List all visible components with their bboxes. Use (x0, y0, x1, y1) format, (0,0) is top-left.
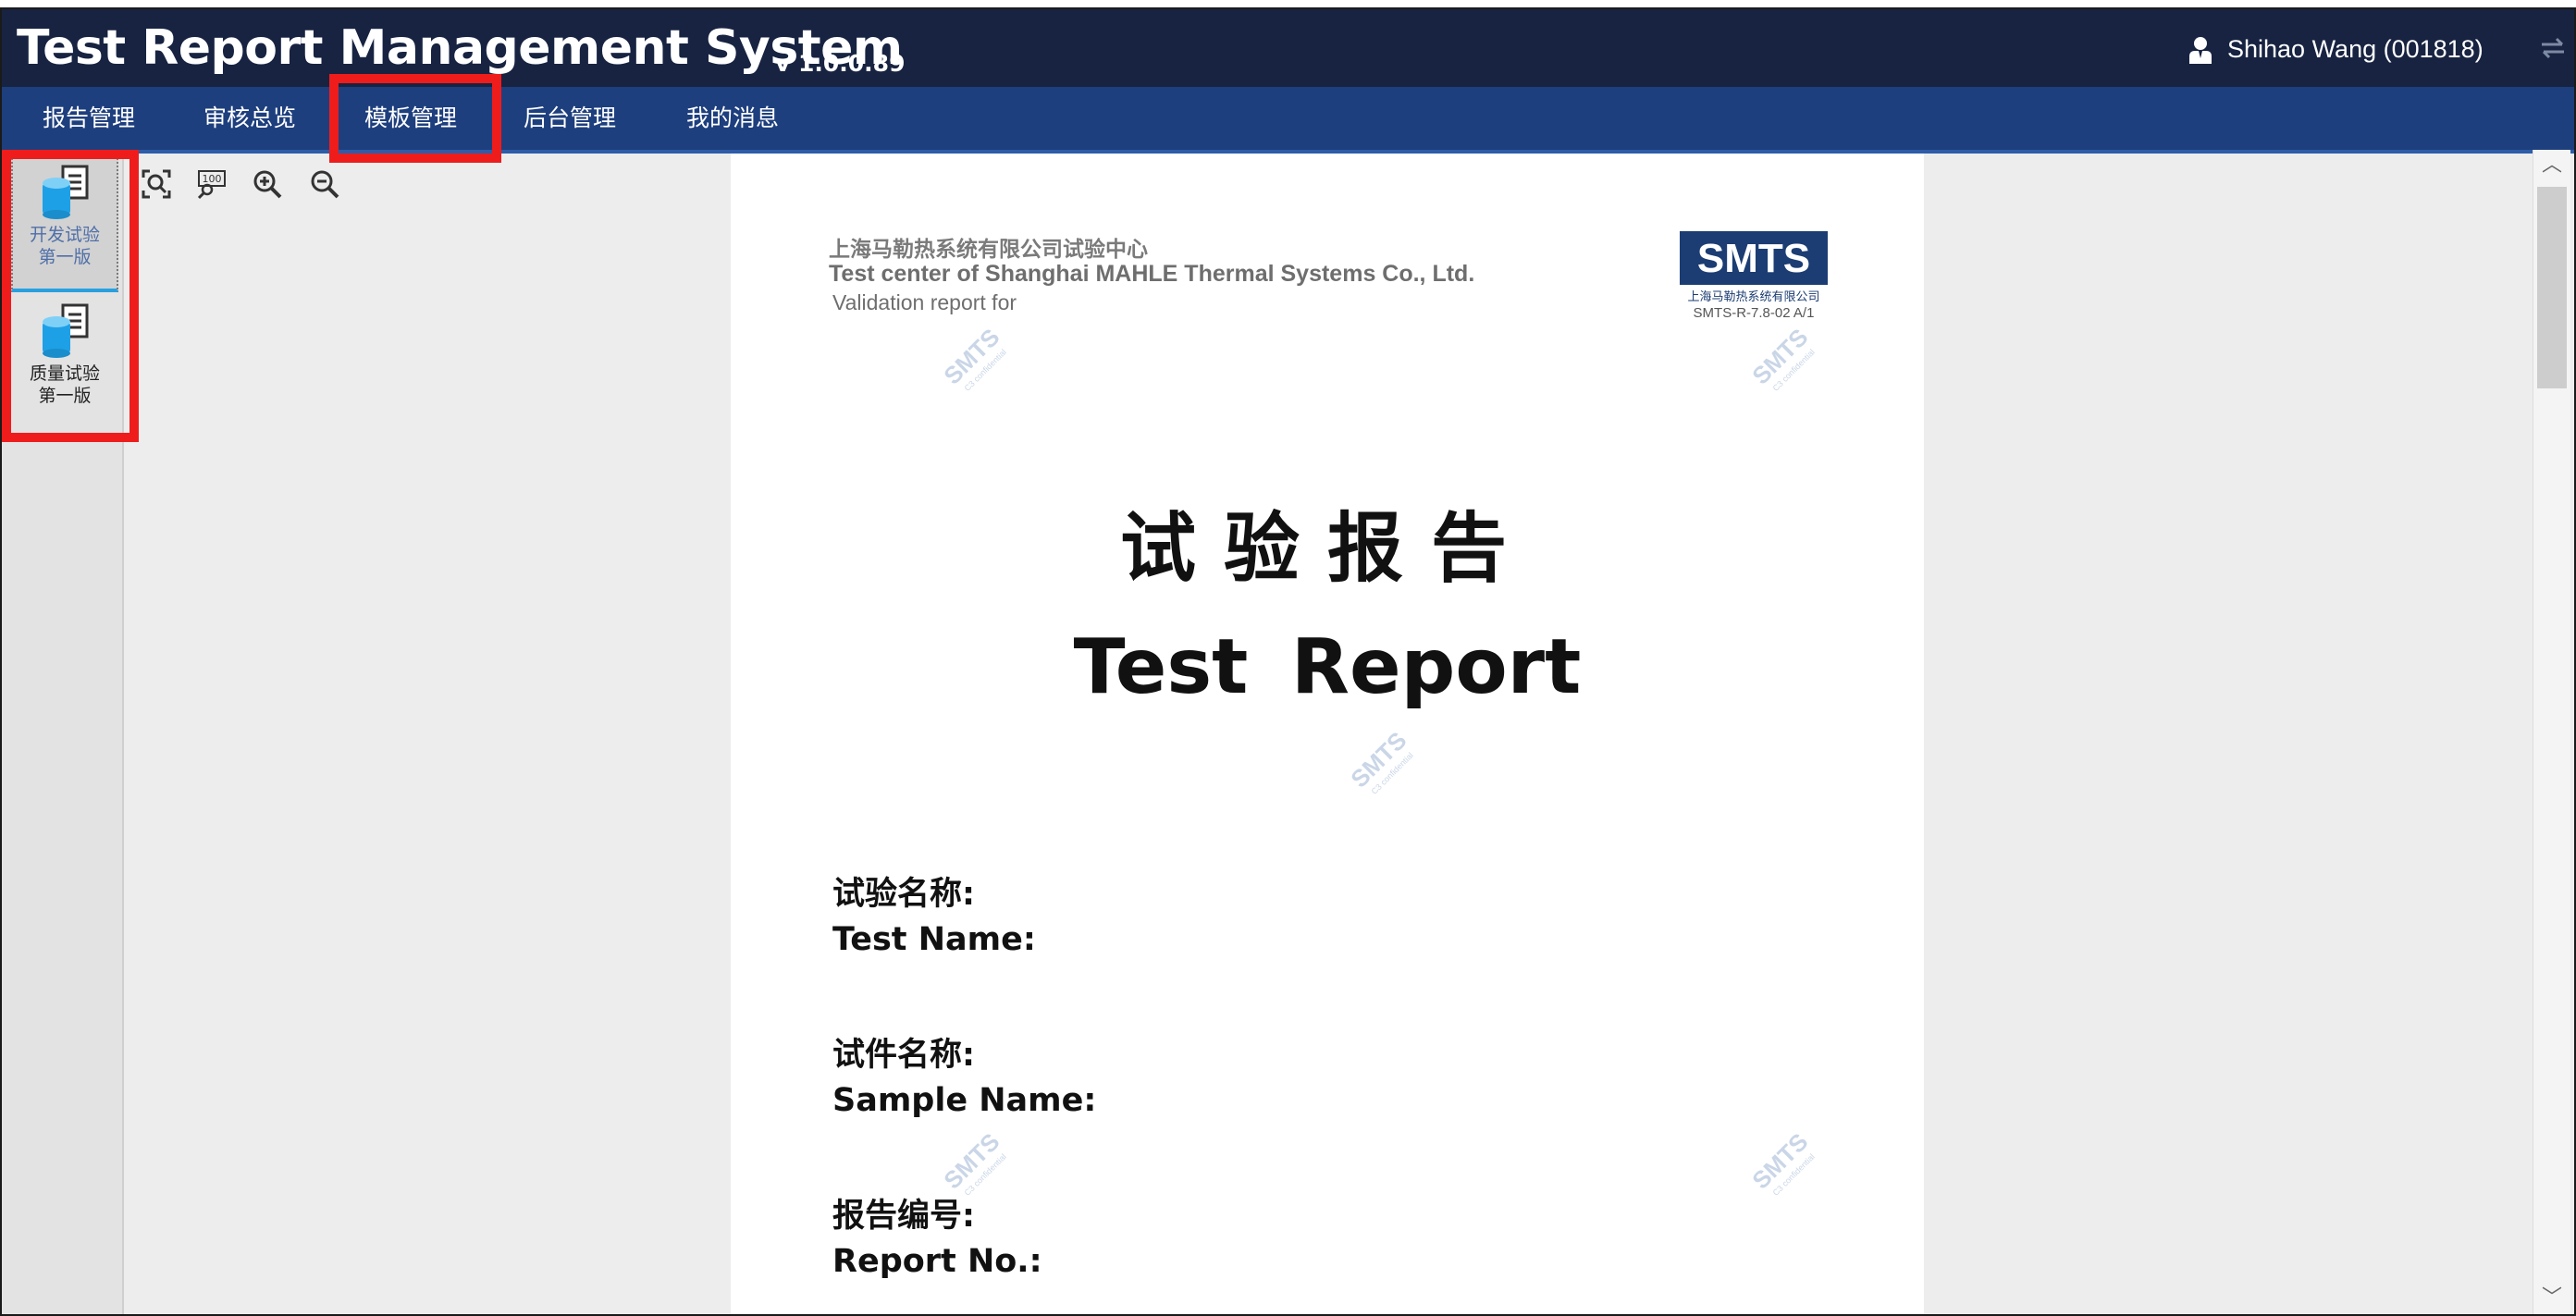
switch-arrows-icon[interactable] (2540, 37, 2566, 59)
database-document-icon (43, 165, 89, 219)
smts-logo: SMTS (1680, 231, 1828, 285)
template-item-quality-test[interactable]: 质量试验 第一版 (11, 296, 118, 433)
nav-template-management[interactable]: 模板管理 (364, 87, 457, 150)
template-list: 开发试验 第一版 质量试验 第一版 (2, 154, 124, 1314)
scroll-up-icon[interactable]: ︿ (2533, 150, 2570, 181)
user-name: Shihao Wang (001818) (2227, 35, 2484, 63)
scroll-down-icon[interactable]: ﹀ (2533, 1283, 2570, 1314)
company-name-en: Test center of Shanghai MAHLE Thermal Sy… (829, 261, 1475, 287)
zoom-in-icon[interactable] (252, 168, 283, 200)
template-name: 质量试验 (29, 363, 100, 384)
fit-page-icon[interactable] (141, 168, 172, 200)
field-sample-name-cn: 试件名称: (832, 1037, 975, 1074)
report-title-cn: 试验报告 (1119, 505, 1535, 593)
field-sample-name-en: Sample Name: (832, 1082, 1097, 1119)
user-menu[interactable]: Shihao Wang (001818) (2188, 35, 2484, 64)
watermark: SMTS C3 confidential (1345, 726, 1415, 796)
field-report-no-cn: 报告编号: (832, 1198, 975, 1235)
nav-my-messages[interactable]: 我的消息 (686, 87, 779, 150)
field-report-no-en: Report No.: (832, 1243, 1042, 1280)
scrollbar-thumb[interactable] (2537, 187, 2567, 388)
zoom-out-icon[interactable] (309, 168, 340, 200)
template-item-dev-test[interactable]: 开发试验 第一版 (11, 155, 118, 292)
validation-report-line: Validation report for (832, 290, 1017, 314)
title-bar: Test Report Management System v 1.0.0.89… (2, 9, 2574, 87)
logo-subtitle: 上海马勒热系统有限公司 (1687, 290, 1820, 304)
database-document-icon (43, 303, 89, 358)
template-version: 第一版 (38, 247, 92, 267)
document-code: SMTS-R-7.8-02 A/1 (1693, 305, 1815, 321)
svg-text:100: 100 (203, 173, 222, 185)
watermark: SMTS C3 confidential (1746, 323, 1817, 393)
watermark: SMTS C3 confidential (1746, 1127, 1817, 1198)
actual-size-100-icon[interactable]: 100 (196, 168, 228, 200)
field-test-name-cn: 试验名称: (832, 876, 975, 913)
watermark: SMTS C3 confidential (938, 323, 1008, 393)
user-icon (2189, 36, 2212, 64)
company-name-cn: 上海马勒热系统有限公司试验中心 (829, 238, 1148, 262)
template-version: 第一版 (38, 386, 92, 406)
report-preview-page: 上海马勒热系统有限公司试验中心 Test center of Shanghai … (731, 154, 1924, 1314)
vertical-scrollbar[interactable]: ︿ ﹀ (2533, 150, 2570, 1314)
app-title: Test Report Management System (17, 20, 903, 76)
nav-review-overview[interactable]: 审核总览 (203, 87, 296, 150)
app-version: v 1.0.0.89 (775, 50, 906, 77)
template-name: 开发试验 (29, 225, 100, 245)
main-nav: 报告管理 审核总览 模板管理 后台管理 我的消息 (2, 87, 2574, 154)
report-title-en: Test Report (1073, 623, 1582, 711)
nav-backend-management[interactable]: 后台管理 (524, 87, 616, 150)
field-test-name-en: Test Name: (832, 921, 1036, 958)
nav-report-management[interactable]: 报告管理 (43, 87, 135, 150)
app-window: Test Report Management System v 1.0.0.89… (0, 7, 2576, 1316)
